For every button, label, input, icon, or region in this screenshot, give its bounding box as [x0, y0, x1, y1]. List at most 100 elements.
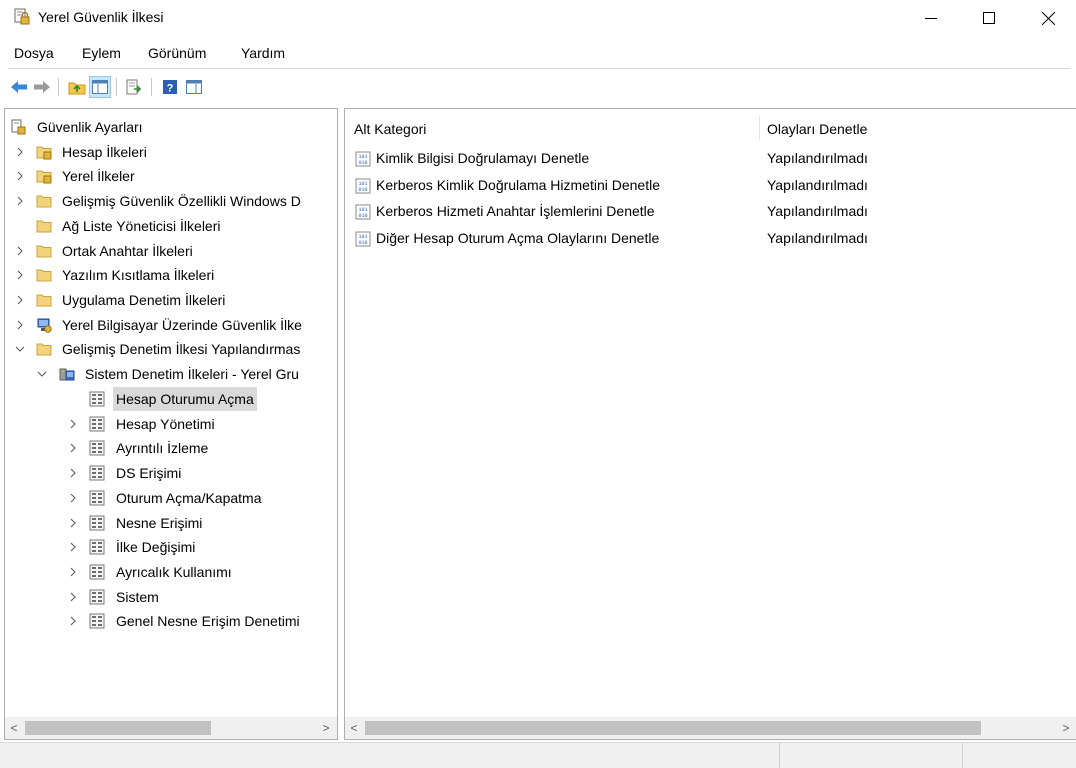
console-tree[interactable]: Güvenlik Ayarları Hesap İlkeleri Yerel İ…	[4, 108, 338, 740]
chevron-right-icon[interactable]	[66, 436, 80, 460]
chevron-right-icon[interactable]	[66, 461, 80, 485]
list-item[interactable]: 101 010 Kerberos Kimlik Doğrulama Hizmeti…	[345, 173, 1076, 199]
scroll-right-icon[interactable]: >	[1057, 717, 1075, 739]
security-settings-icon	[11, 119, 26, 135]
list-item[interactable]: 101 010 Diğer Hesap Oturum Açma Olayların…	[345, 226, 1076, 252]
list-item-status: Yapılandırılmadı	[767, 203, 868, 219]
binary-policy-icon: 101010	[355, 204, 371, 220]
menu-yardim[interactable]: Yardım	[241, 45, 285, 61]
tree-label: Gelişmiş Güvenlik Özellikli Windows D	[62, 193, 301, 209]
security-policy-app-icon	[14, 8, 30, 25]
tree-label: Hesap İlkeleri	[62, 144, 147, 160]
scroll-left-icon[interactable]: <	[5, 717, 23, 739]
folder-icon	[36, 294, 52, 307]
svg-text:010: 010	[358, 187, 367, 193]
tree-label: Ayrıntılı İzleme	[116, 440, 209, 456]
column-header-audit-events[interactable]: Olayları Denetle	[767, 121, 867, 137]
tree-label: Uygulama Denetim İlkeleri	[62, 292, 226, 308]
chevron-right-icon[interactable]	[66, 486, 80, 510]
tree-label: Oturum Açma/Kapatma	[116, 490, 262, 506]
menu-divider	[8, 68, 1070, 69]
properties-button[interactable]	[183, 76, 205, 98]
close-icon	[1041, 11, 1055, 25]
export-list-button[interactable]	[124, 76, 146, 98]
chevron-down-icon[interactable]	[13, 337, 27, 361]
back-button[interactable]	[8, 76, 30, 98]
chevron-right-icon[interactable]	[13, 140, 27, 164]
svg-text:010: 010	[358, 240, 367, 246]
maximize-button[interactable]	[966, 0, 1012, 36]
folder-icon	[36, 343, 52, 356]
tree-label: Yerel Bilgisayar Üzerinde Güvenlik İlke	[62, 317, 302, 333]
chevron-right-icon[interactable]	[66, 511, 80, 535]
show-hide-tree-icon	[92, 80, 108, 94]
tree-label: Ağ Liste Yöneticisi İlkeleri	[62, 218, 221, 234]
tree-label: Sistem Denetim İlkeleri - Yerel Gru	[85, 366, 299, 382]
policy-list-icon	[89, 564, 105, 580]
column-header-subcategory[interactable]: Alt Kategori	[354, 121, 426, 137]
tree-label: Ortak Anahtar İlkeleri	[62, 243, 193, 259]
folder-icon	[36, 269, 52, 282]
chevron-right-icon[interactable]	[13, 263, 27, 287]
svg-text:010: 010	[358, 160, 367, 166]
menu-bar: Dosya Eylem Görünüm Yardım	[0, 40, 1076, 64]
chevron-down-icon[interactable]	[35, 362, 49, 386]
close-button[interactable]	[1025, 0, 1071, 36]
scroll-thumb[interactable]	[25, 721, 211, 735]
menu-gorunum[interactable]: Görünüm	[148, 45, 206, 61]
chevron-right-icon[interactable]	[66, 560, 80, 584]
chevron-right-icon[interactable]	[66, 609, 80, 633]
scroll-right-icon[interactable]: >	[317, 717, 335, 739]
help-button[interactable]: ?	[159, 76, 181, 98]
policy-list-icon	[89, 539, 105, 555]
help-icon: ?	[163, 80, 177, 95]
policy-list-icon	[89, 465, 105, 481]
policy-list-icon	[89, 391, 105, 407]
chevron-right-icon[interactable]	[66, 535, 80, 559]
svg-text:?: ?	[167, 83, 174, 95]
maximize-icon	[983, 12, 995, 24]
tree-horizontal-scrollbar[interactable]: < >	[5, 717, 337, 739]
toolbar: ?	[0, 72, 1076, 102]
minimize-icon	[925, 18, 937, 19]
list-item-name: Kerberos Kimlik Doğrulama Hizmetini Dene…	[376, 177, 660, 193]
status-segment	[962, 743, 1076, 768]
toolbar-separator	[116, 78, 117, 96]
chevron-right-icon[interactable]	[13, 239, 27, 263]
menu-dosya[interactable]: Dosya	[14, 45, 54, 61]
column-divider[interactable]	[759, 115, 760, 141]
list-item[interactable]: 101 010 Kerberos Hizmeti Anahtar İşlemler…	[345, 199, 1076, 225]
toolbar-separator	[58, 78, 59, 96]
scroll-left-icon[interactable]: <	[345, 717, 363, 739]
folder-icon	[36, 220, 52, 233]
tree-label: Gelişmiş Denetim İlkesi Yapılandırmas	[62, 341, 301, 357]
binary-policy-icon: 101010	[355, 151, 371, 167]
chevron-right-icon[interactable]	[13, 189, 27, 213]
chevron-right-icon[interactable]	[13, 288, 27, 312]
binary-policy-icon: 101010	[355, 231, 371, 247]
tree-label: Ayrıcalık Kullanımı	[116, 564, 232, 580]
tree-label: Hesap Yönetimi	[116, 416, 215, 432]
up-folder-icon	[68, 82, 86, 95]
up-level-button[interactable]	[66, 76, 88, 98]
scroll-thumb[interactable]	[365, 721, 981, 735]
policy-list-icon	[89, 490, 105, 506]
list-item[interactable]: 101 010 Kimlik Bilgisi Doğrulamayı Denetl…	[345, 146, 1076, 172]
details-list[interactable]: Alt Kategori Olayları Denetle 101 010 Kim…	[344, 108, 1076, 740]
policy-list-icon	[89, 589, 105, 605]
chevron-right-icon[interactable]	[66, 585, 80, 609]
policy-list-icon	[89, 440, 105, 456]
list-horizontal-scrollbar[interactable]: < >	[345, 717, 1076, 739]
forward-button[interactable]	[31, 76, 53, 98]
minimize-button[interactable]	[908, 0, 954, 36]
show-hide-tree-button[interactable]	[89, 76, 111, 98]
forward-icon	[34, 81, 50, 93]
folder-lock-icon	[36, 146, 52, 160]
chevron-right-icon[interactable]	[13, 313, 27, 337]
tree-label: Hesap Oturumu Açma	[113, 387, 257, 411]
chevron-right-icon[interactable]	[13, 164, 27, 188]
toolbar-separator	[151, 78, 152, 96]
tree-label: Sistem	[116, 589, 159, 605]
chevron-right-icon[interactable]	[66, 412, 80, 436]
menu-eylem[interactable]: Eylem	[82, 45, 121, 61]
